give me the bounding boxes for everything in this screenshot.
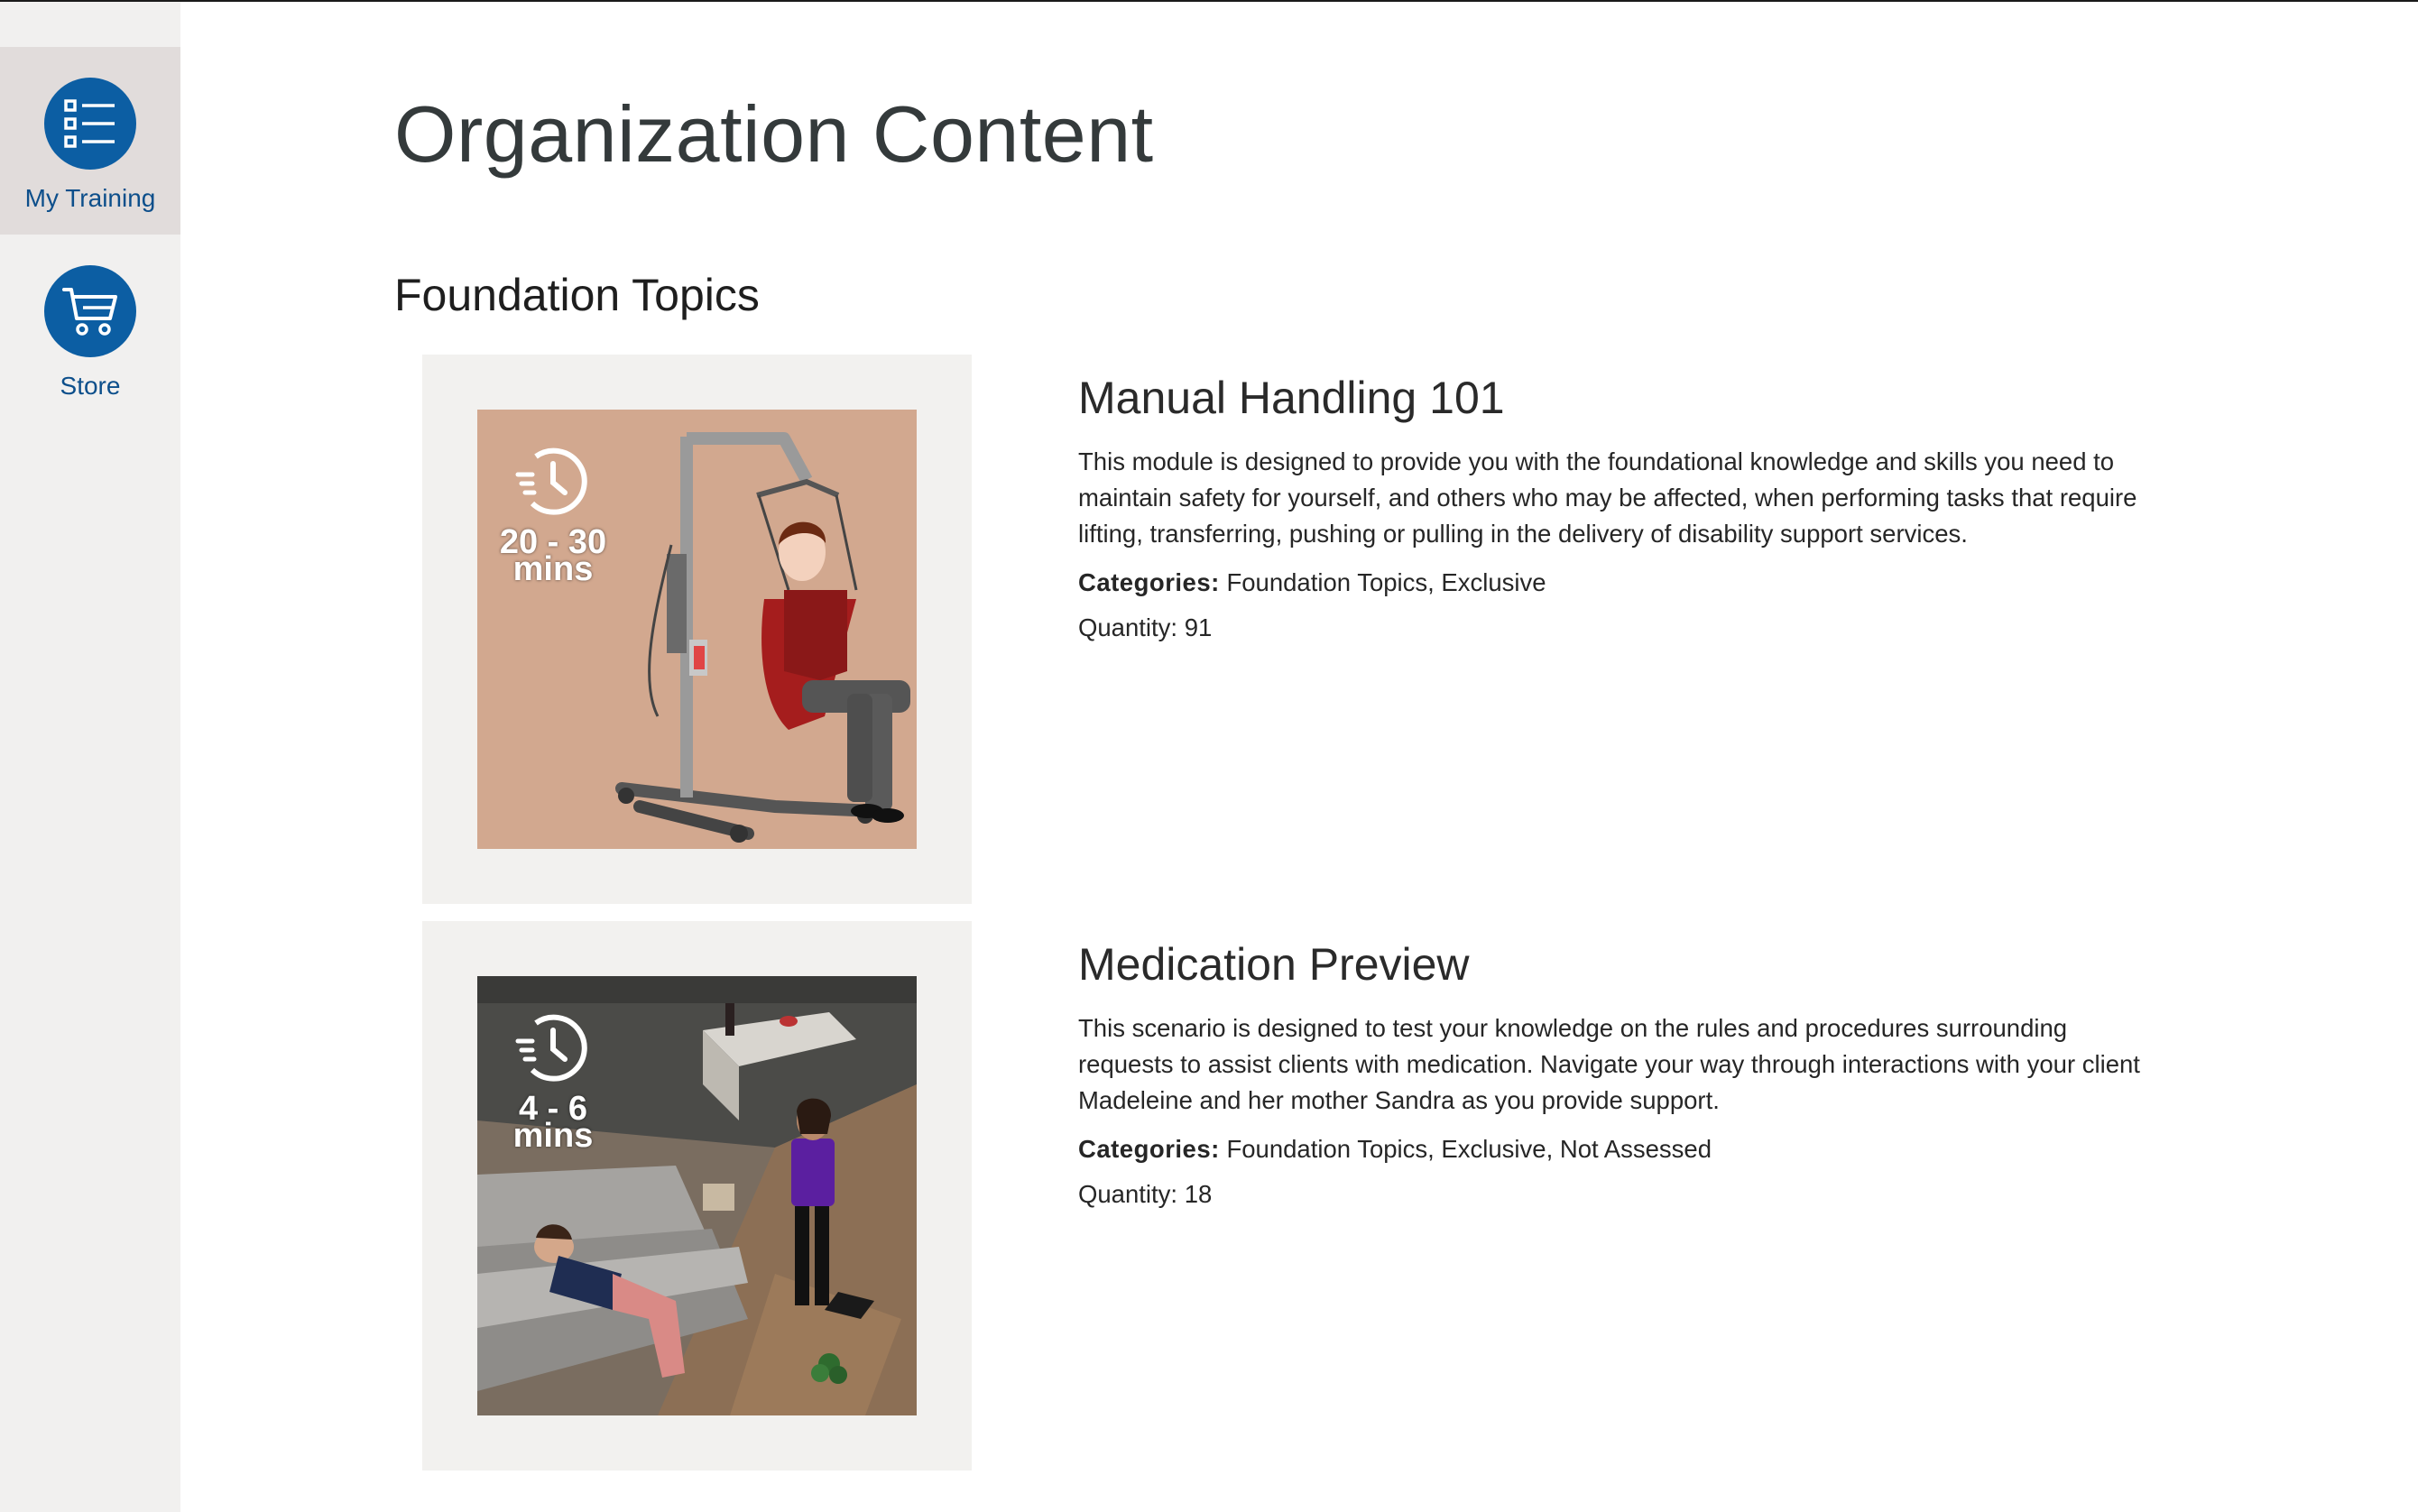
module-card-manual-handling[interactable]: 20 - 30 mins xyxy=(422,355,972,904)
sidebar-item-my-training[interactable]: My Training xyxy=(0,47,180,235)
sidebar-item-store[interactable]: Store xyxy=(0,235,180,422)
section-title: Foundation Topics xyxy=(394,270,760,320)
sidebar-item-label: Store xyxy=(60,372,121,400)
duration-badge: 20 - 30 mins xyxy=(490,442,616,586)
module-description: This scenario is designed to test your k… xyxy=(1078,1014,2140,1114)
categories-label: Categories: xyxy=(1078,568,1220,596)
duration-badge: 4 - 6 mins xyxy=(490,1009,616,1155)
page-title: Organization Content xyxy=(394,89,1154,179)
clock-history-icon xyxy=(515,1014,587,1082)
module-quantity: Quantity: 18 xyxy=(1078,1180,1213,1208)
cart-icon xyxy=(62,288,117,336)
list-icon xyxy=(64,99,115,148)
module-categories: Categories: Foundation Topics, Exclusive xyxy=(1078,568,2161,597)
module-description: This module is designed to provide you w… xyxy=(1078,447,2137,548)
store-icon-circle xyxy=(44,265,136,357)
module-info: Medication Preview This scenario is desi… xyxy=(1078,938,2161,1209)
categories-value: Foundation Topics, Exclusive xyxy=(1226,568,1546,596)
duration-unit: mins xyxy=(512,1117,594,1155)
categories-label: Categories: xyxy=(1078,1135,1220,1163)
module-thumbnail[interactable]: 4 - 6 mins xyxy=(477,976,917,1415)
sidebar: My Training Store xyxy=(0,2,180,1512)
clock-history-icon xyxy=(515,447,587,515)
my-training-icon-circle xyxy=(44,78,136,170)
categories-value: Foundation Topics, Exclusive, Not Assess… xyxy=(1226,1135,1712,1163)
module-thumbnail[interactable]: 20 - 30 mins xyxy=(477,410,917,849)
top-border xyxy=(0,0,2418,2)
module-card-medication-preview[interactable]: 4 - 6 mins xyxy=(422,921,972,1471)
module-title[interactable]: Manual Handling 101 xyxy=(1078,372,2161,424)
module-quantity: Quantity: 91 xyxy=(1078,613,1213,641)
module-info: Manual Handling 101 This module is desig… xyxy=(1078,372,2161,642)
sidebar-item-label: My Training xyxy=(24,184,156,212)
module-title[interactable]: Medication Preview xyxy=(1078,938,2161,991)
module-categories: Categories: Foundation Topics, Exclusive… xyxy=(1078,1135,2161,1164)
